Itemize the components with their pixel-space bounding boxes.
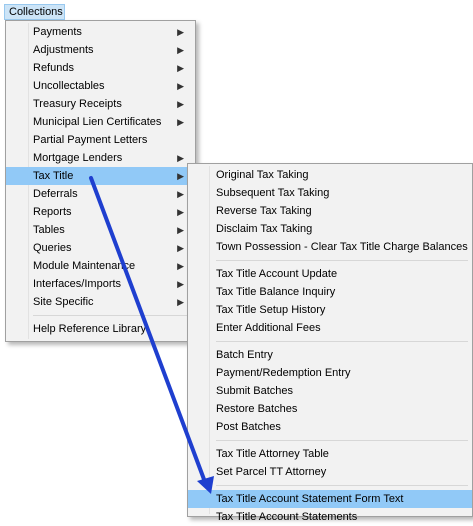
menu-item-uncollectables[interactable]: Uncollectables ▶ (6, 77, 195, 95)
menu-item-adjustments[interactable]: Adjustments ▶ (6, 41, 195, 59)
submenu-item-submit-batches[interactable]: Submit Batches (188, 382, 472, 400)
submenu-item-tax-title-setup-history[interactable]: Tax Title Setup History (188, 301, 472, 319)
submenu-item-payment-redemption-entry[interactable]: Payment/Redemption Entry (188, 364, 472, 382)
menu-item-label: Tables (33, 224, 65, 236)
submenu-item-account-statement-form-text[interactable]: Tax Title Account Statement Form Text (188, 490, 472, 508)
submenu-arrow-icon: ▶ (177, 279, 184, 289)
submenu-item-post-batches[interactable]: Post Batches (188, 418, 472, 436)
menu-item-label: Treasury Receipts (33, 98, 122, 110)
menu-separator (216, 440, 468, 441)
menu-separator (216, 485, 468, 486)
submenu-item-town-possession[interactable]: Town Possession - Clear Tax Title Charge… (188, 238, 472, 256)
submenu-item-set-parcel-tt-attorney[interactable]: Set Parcel TT Attorney (188, 463, 472, 481)
submenu-item-original-tax-taking[interactable]: Original Tax Taking (188, 166, 472, 184)
submenu-item-batch-entry[interactable]: Batch Entry (188, 346, 472, 364)
menu-item-interfaces-imports[interactable]: Interfaces/Imports ▶ (6, 275, 195, 293)
submenu-arrow-icon: ▶ (177, 297, 184, 307)
menu-item-label: Refunds (33, 62, 74, 74)
menu-item-label: Interfaces/Imports (33, 278, 122, 290)
submenu-item-tax-title-balance-inquiry[interactable]: Tax Title Balance Inquiry (188, 283, 472, 301)
submenu-arrow-icon: ▶ (177, 189, 184, 199)
submenu-arrow-icon: ▶ (177, 225, 184, 235)
menu-item-label: Uncollectables (33, 80, 105, 92)
menu-item-queries[interactable]: Queries ▶ (6, 239, 195, 257)
collections-menu-button[interactable]: Collections (4, 4, 65, 20)
menu-item-label: Site Specific (33, 296, 94, 308)
menu-item-label: Help Reference Library (33, 323, 147, 335)
submenu-arrow-icon: ▶ (177, 27, 184, 37)
submenu-item-reverse-tax-taking[interactable]: Reverse Tax Taking (188, 202, 472, 220)
submenu-item-tax-title-account-update[interactable]: Tax Title Account Update (188, 265, 472, 283)
menu-item-deferrals[interactable]: Deferrals ▶ (6, 185, 195, 203)
menu-item-label: Deferrals (33, 188, 78, 200)
menu-item-label: Mortgage Lenders (33, 152, 123, 164)
menu-item-mortgage-lenders[interactable]: Mortgage Lenders ▶ (6, 149, 195, 167)
submenu-item-restore-batches[interactable]: Restore Batches (188, 400, 472, 418)
menu-separator (33, 315, 191, 316)
menu-item-payments[interactable]: Payments ▶ (6, 23, 195, 41)
submenu-item-subsequent-tax-taking[interactable]: Subsequent Tax Taking (188, 184, 472, 202)
submenu-arrow-icon: ▶ (177, 153, 184, 163)
submenu-arrow-icon: ▶ (177, 81, 184, 91)
menu-item-label: Municipal Lien Certificates (33, 116, 162, 128)
menu-item-reports[interactable]: Reports ▶ (6, 203, 195, 221)
submenu-arrow-icon: ▶ (177, 99, 184, 109)
submenu-arrow-icon: ▶ (177, 63, 184, 73)
collections-dropdown-menu: Payments ▶ Adjustments ▶ Refunds ▶ Uncollec… (5, 20, 196, 342)
menu-separator (216, 341, 468, 342)
submenu-item-disclaim-tax-taking[interactable]: Disclaim Tax Taking (188, 220, 472, 238)
menu-item-partial-payment-letters[interactable]: Partial Payment Letters (6, 131, 195, 149)
submenu-arrow-icon: ▶ (177, 261, 184, 271)
menu-item-module-maintenance[interactable]: Module Maintenance ▶ (6, 257, 195, 275)
menu-item-label: Adjustments (33, 44, 94, 56)
submenu-item-account-statements[interactable]: Tax Title Account Statements (188, 508, 472, 526)
menu-item-site-specific[interactable]: Site Specific ▶ (6, 293, 195, 311)
submenu-arrow-icon: ▶ (177, 207, 184, 217)
submenu-item-tax-title-attorney-table[interactable]: Tax Title Attorney Table (188, 445, 472, 463)
menu-separator (216, 260, 468, 261)
submenu-arrow-icon: ▶ (177, 171, 184, 181)
submenu-arrow-icon: ▶ (177, 243, 184, 253)
menu-item-label: Tax Title (33, 170, 74, 182)
submenu-arrow-icon: ▶ (177, 45, 184, 55)
menu-item-treasury-receipts[interactable]: Treasury Receipts ▶ (6, 95, 195, 113)
menu-item-municipal-lien-certificates[interactable]: Municipal Lien Certificates ▶ (6, 113, 195, 131)
menu-item-refunds[interactable]: Refunds ▶ (6, 59, 195, 77)
menu-item-label: Reports (33, 206, 72, 218)
menu-item-label: Payments (33, 26, 82, 38)
submenu-item-enter-additional-fees[interactable]: Enter Additional Fees (188, 319, 472, 337)
submenu-arrow-icon: ▶ (177, 117, 184, 127)
menu-item-help-reference-library[interactable]: Help Reference Library (6, 320, 195, 338)
menu-item-tax-title[interactable]: Tax Title ▶ (6, 167, 195, 185)
menu-item-tables[interactable]: Tables ▶ (6, 221, 195, 239)
menu-item-label: Partial Payment Letters (33, 134, 148, 146)
tax-title-submenu: Original Tax Taking Subsequent Tax Takin… (187, 163, 473, 523)
menu-item-label: Queries (33, 242, 72, 254)
menu-item-label: Module Maintenance (33, 260, 136, 272)
